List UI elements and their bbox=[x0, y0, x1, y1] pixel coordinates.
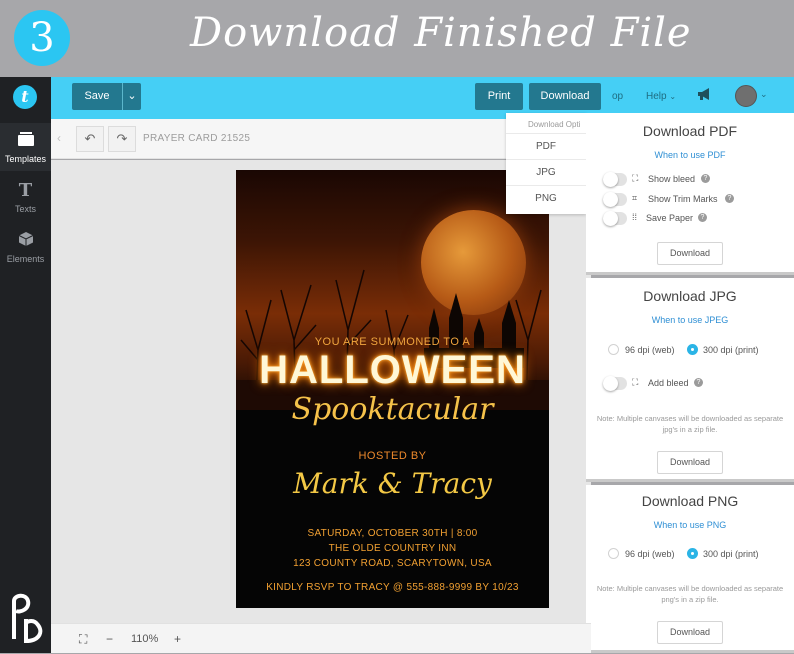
sidebar-item-label: Templates bbox=[4, 154, 47, 164]
help-menu[interactable]: Help ⌄ bbox=[646, 91, 676, 102]
avatar[interactable] bbox=[735, 85, 757, 107]
save-dropdown-button[interactable]: ⌄ bbox=[122, 83, 141, 110]
download-png-panel: Download PNG When to use PNG 96 dpi (web… bbox=[586, 485, 794, 653]
download-button[interactable]: Download bbox=[529, 83, 601, 110]
download-pdf-panel: Download PDF When to use PDF ⛶ Show blee… bbox=[586, 113, 794, 275]
help-label: Help bbox=[646, 91, 667, 102]
chevron-down-icon: ⌄ bbox=[669, 92, 677, 101]
zoom-bar: ⛶ − 110% + bbox=[51, 623, 591, 653]
when-to-use-jpeg-link[interactable]: When to use JPEG bbox=[586, 315, 794, 325]
undo-icon: ↶ bbox=[84, 131, 96, 146]
zoom-out-button[interactable]: − bbox=[106, 632, 113, 646]
print-button[interactable]: Print bbox=[475, 83, 523, 110]
download-pdf-button[interactable]: Download bbox=[657, 242, 723, 265]
step-number-badge: 3 bbox=[14, 10, 70, 66]
radio-300dpi-label: 300 dpi (print) bbox=[703, 549, 759, 559]
redo-icon: ↷ bbox=[116, 131, 128, 146]
show-trim-marks-label: Show Trim Marks bbox=[648, 194, 718, 204]
card-hosted-by: HOSTED BY bbox=[358, 450, 427, 462]
sidebar-item-label: Elements bbox=[6, 254, 45, 264]
download-menu-title: Download Opti bbox=[528, 120, 581, 129]
zoom-in-button[interactable]: + bbox=[174, 632, 181, 646]
png-zip-note: Note: Multiple canvases will be download… bbox=[596, 584, 784, 604]
help-icon[interactable]: ? bbox=[694, 378, 703, 387]
redo-button[interactable]: ↷ bbox=[108, 126, 136, 152]
card-venue-line: THE OLDE COUNTRY INN bbox=[328, 543, 457, 554]
radio-300dpi-print[interactable] bbox=[687, 548, 698, 559]
left-sidebar: t Templates T Texts Elements bbox=[0, 77, 51, 653]
help-icon[interactable]: ? bbox=[701, 174, 710, 183]
save-paper-toggle[interactable] bbox=[603, 211, 627, 226]
menu-item-jpg[interactable]: JPG bbox=[506, 159, 586, 185]
menu-item-png[interactable]: PNG bbox=[506, 185, 586, 211]
save-paper-label: Save Paper bbox=[646, 213, 694, 223]
card-host-names: Mark & Tracy bbox=[293, 467, 492, 500]
chevron-left-icon[interactable]: ‹ bbox=[57, 131, 61, 145]
templates-icon bbox=[0, 131, 51, 151]
bleed-icon: ⛶ bbox=[632, 377, 639, 387]
when-to-use-png-link[interactable]: When to use PNG bbox=[586, 520, 794, 530]
tutorial-banner: 3 Download Finished File bbox=[0, 0, 794, 77]
panel-title: Download PNG bbox=[641, 493, 739, 509]
jpg-zip-note: Note: Multiple canvases will be download… bbox=[596, 414, 784, 434]
radio-300dpi-label: 300 dpi (print) bbox=[703, 345, 759, 355]
help-icon[interactable]: ? bbox=[698, 213, 707, 222]
add-bleed-label: Add bleed bbox=[648, 378, 689, 388]
card-event-details: SATURDAY, OCTOBER 30TH | 8:00 THE OLDE C… bbox=[236, 526, 549, 571]
radio-96dpi-web[interactable] bbox=[608, 344, 619, 355]
chevron-down-icon: ⌄ bbox=[127, 90, 137, 102]
undo-button[interactable]: ↶ bbox=[76, 126, 104, 152]
download-jpg-panel: Download JPG When to use JPEG 96 dpi (we… bbox=[586, 278, 794, 482]
chevron-down-icon[interactable]: ⌄ bbox=[760, 89, 768, 100]
text-icon: T bbox=[18, 180, 33, 201]
sidebar-item-templates[interactable]: Templates bbox=[0, 123, 51, 171]
app-logo[interactable]: t bbox=[13, 85, 37, 109]
card-summoned-text: YOU ARE SUMMONED TO A bbox=[314, 336, 471, 348]
save-button[interactable]: Save bbox=[72, 83, 122, 110]
sidebar-item-label: Texts bbox=[14, 204, 36, 214]
invitation-card[interactable]: YOU ARE SUMMONED TO A HALLOWEEN Spooktac… bbox=[236, 170, 549, 608]
card-date-line: SATURDAY, OCTOBER 30TH | 8:00 bbox=[307, 528, 478, 539]
banner-title: Download Finished File bbox=[190, 10, 692, 56]
top-menu-op[interactable]: op bbox=[612, 91, 623, 102]
radio-96dpi-label: 96 dpi (web) bbox=[625, 345, 675, 355]
radio-96dpi-label: 96 dpi (web) bbox=[625, 549, 675, 559]
help-icon[interactable]: ? bbox=[725, 194, 734, 203]
sidebar-item-texts[interactable]: T Texts bbox=[0, 181, 51, 221]
add-bleed-toggle[interactable] bbox=[603, 376, 627, 391]
trim-marks-icon: ⌗ bbox=[632, 193, 638, 203]
when-to-use-pdf-link[interactable]: When to use PDF bbox=[586, 150, 794, 160]
card-halloween-heading: HALLOWEEN bbox=[259, 348, 526, 392]
download-jpg-button[interactable]: Download bbox=[657, 451, 723, 474]
grid-icon: ⁞⁞ bbox=[632, 212, 638, 222]
show-trim-marks-toggle[interactable] bbox=[603, 192, 627, 207]
download-options-menu: Download Opti PDF JPG PNG bbox=[506, 113, 586, 214]
design-canvas-area: YOU ARE SUMMONED TO A HALLOWEEN Spooktac… bbox=[51, 160, 591, 623]
card-spooktacular-script: Spooktacular bbox=[291, 392, 494, 427]
bleed-icon: ⛶ bbox=[632, 173, 639, 183]
show-bleed-toggle[interactable] bbox=[603, 172, 627, 187]
card-rsvp-line: KINDLY RSVP TO TRACY @ 555-888-9999 BY 1… bbox=[266, 582, 519, 593]
panel-title: Download JPG bbox=[643, 288, 737, 304]
radio-96dpi-web[interactable] bbox=[608, 548, 619, 559]
download-png-button[interactable]: Download bbox=[657, 621, 723, 644]
fit-screen-icon[interactable]: ⛶ bbox=[79, 632, 87, 647]
menu-item-pdf[interactable]: PDF bbox=[506, 133, 586, 159]
radio-300dpi-print[interactable] bbox=[687, 344, 698, 355]
cube-icon bbox=[0, 231, 51, 251]
sidebar-item-elements[interactable]: Elements bbox=[0, 231, 51, 271]
zoom-level: 110% bbox=[131, 633, 159, 645]
panel-title: Download PDF bbox=[642, 123, 738, 139]
brand-watermark-logo bbox=[4, 589, 48, 645]
document-title[interactable]: PRAYER CARD 21525 bbox=[143, 133, 250, 144]
card-address-line: 123 COUNTY ROAD, SCARYTOWN, USA bbox=[293, 558, 492, 569]
show-bleed-label: Show bleed bbox=[648, 174, 696, 184]
megaphone-icon[interactable] bbox=[697, 87, 713, 104]
